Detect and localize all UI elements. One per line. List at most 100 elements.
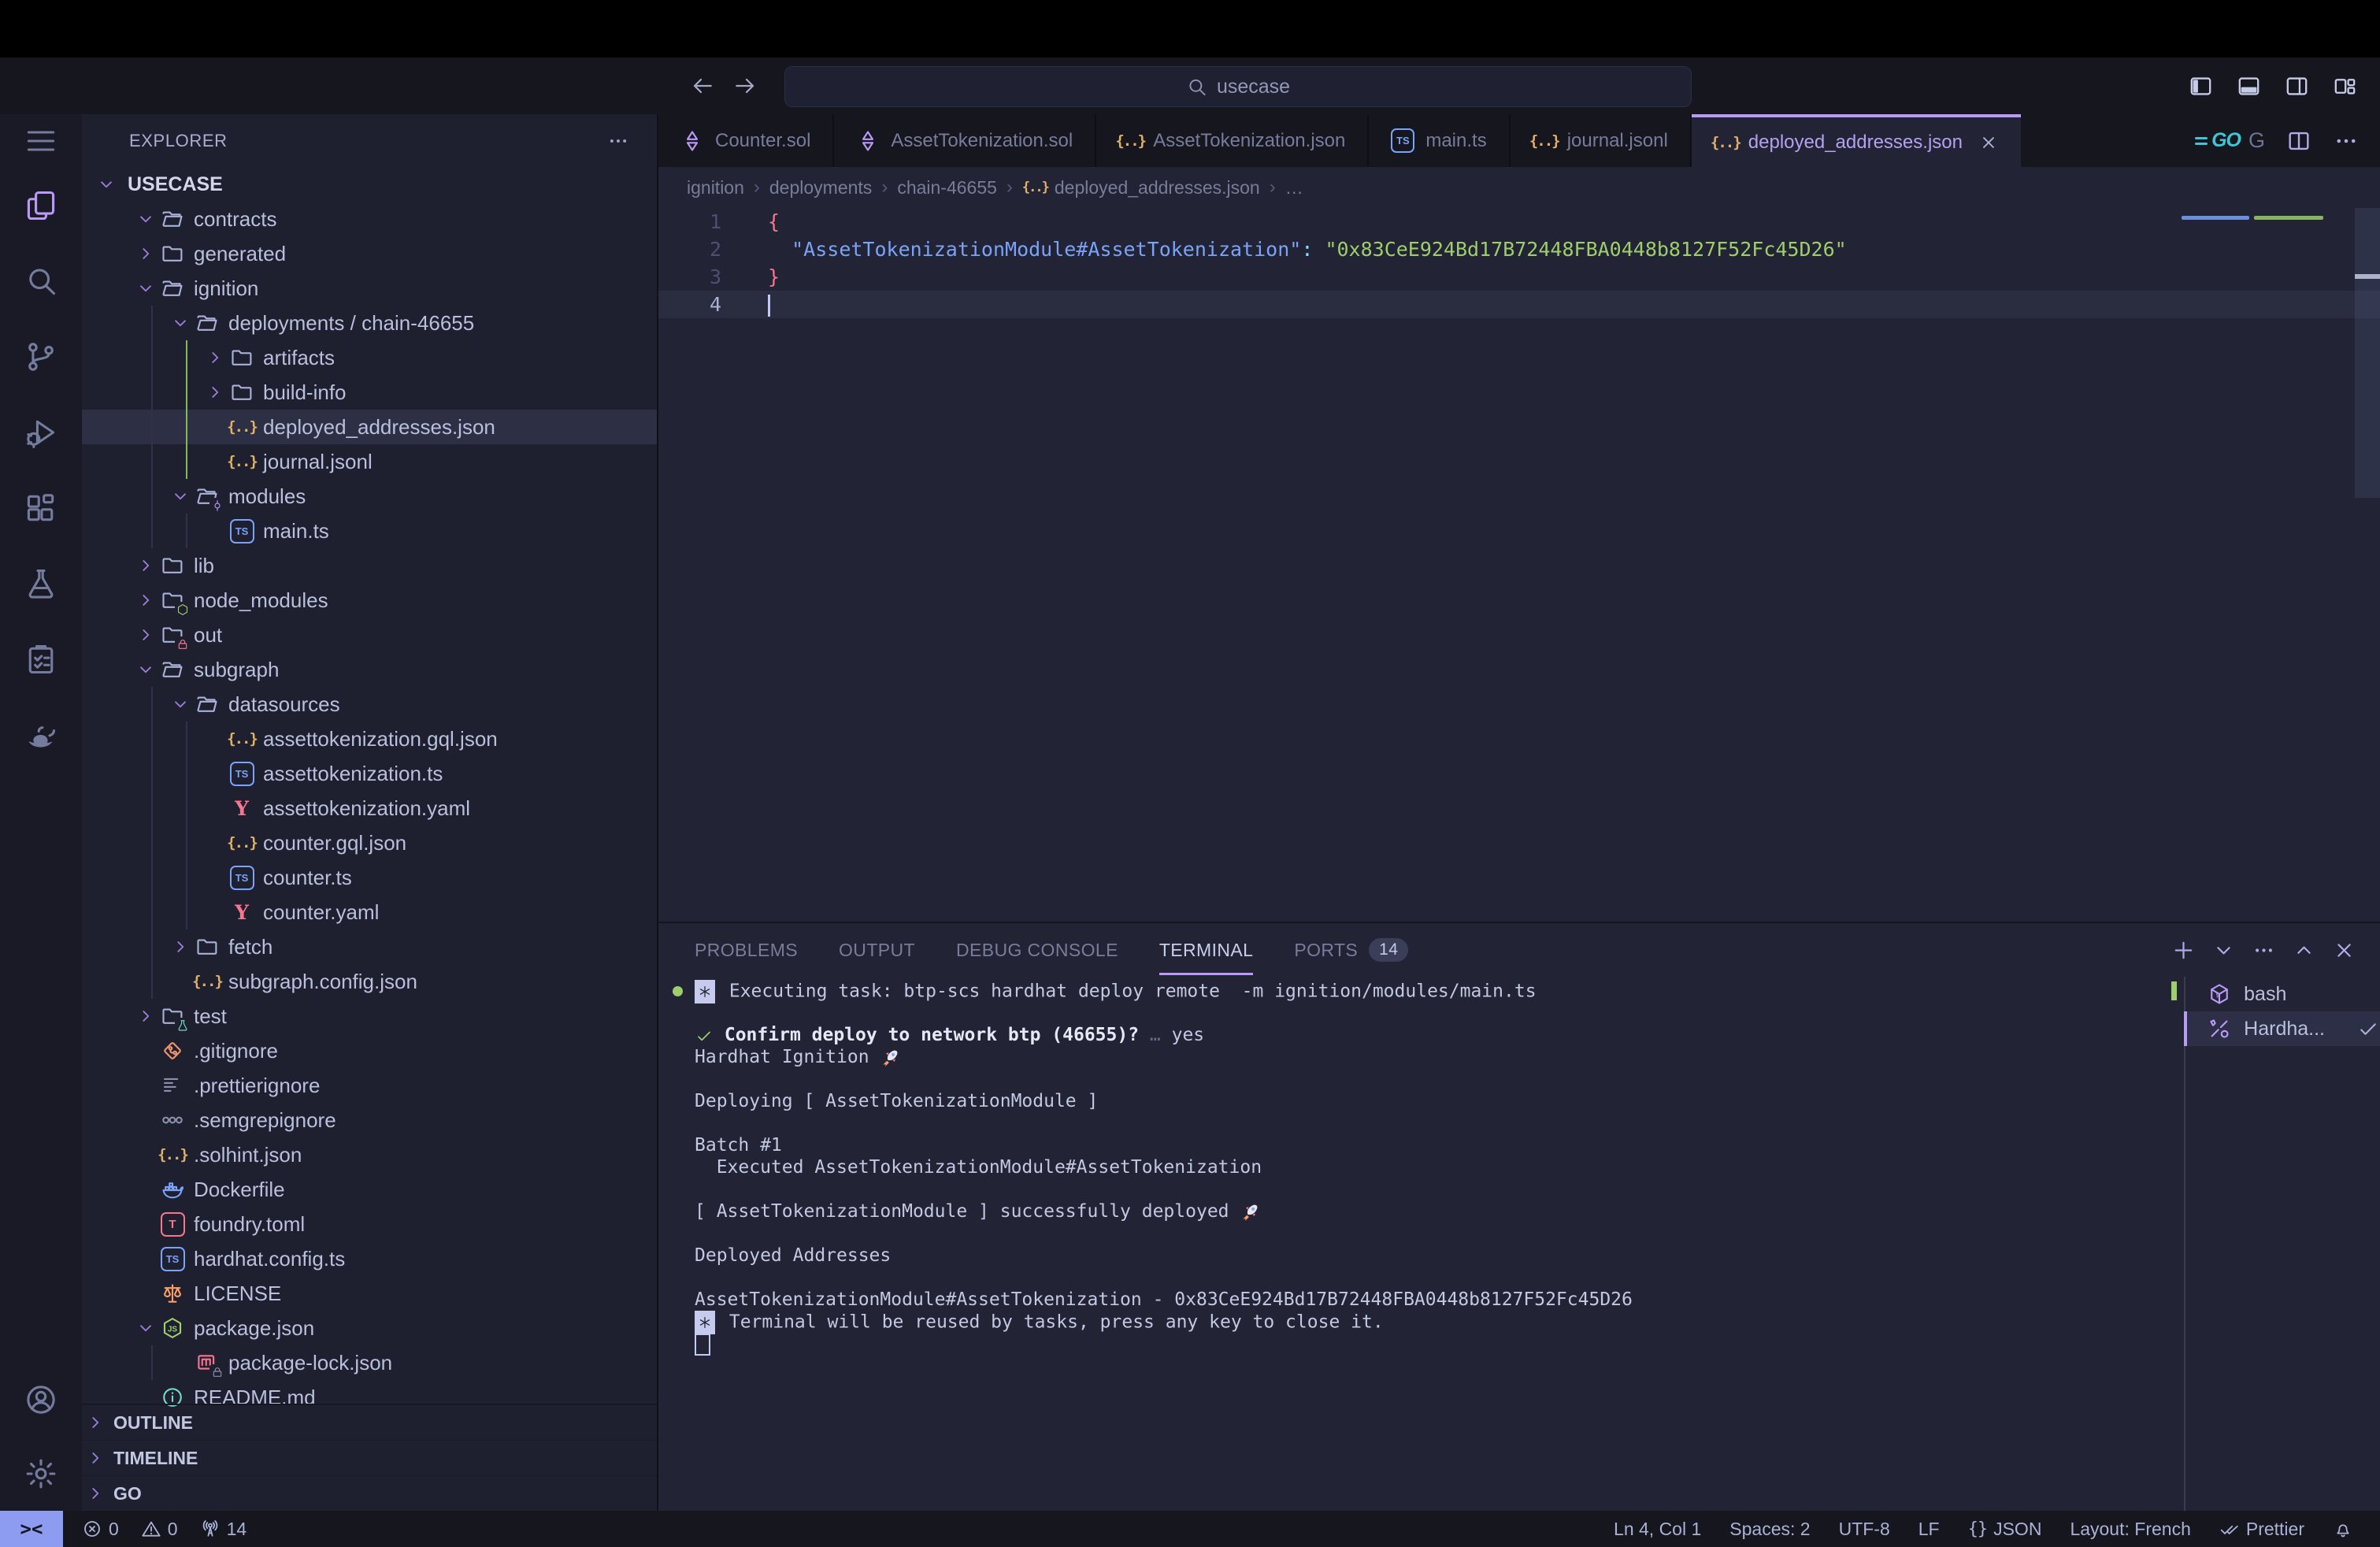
panel-tab-ports[interactable]: PORTS14 — [1294, 923, 1408, 977]
tree-item-ignition[interactable]: ignition — [82, 271, 657, 306]
more-actions-icon[interactable] — [2252, 938, 2276, 963]
status-ports-forwarded[interactable]: 14 — [200, 1519, 247, 1540]
tab-assettokenization.json[interactable]: {..}AssetTokenization.json — [1096, 114, 1369, 167]
activity-testing-icon[interactable] — [0, 546, 82, 621]
explorer-more-icon[interactable] — [606, 129, 630, 153]
more-actions-icon[interactable] — [2333, 128, 2360, 154]
tree-item-package.json[interactable]: JSpackage.json — [82, 1311, 657, 1345]
tree-item-package-lock.json[interactable]: package-lock.json — [82, 1345, 657, 1380]
status-prettier[interactable]: Prettier — [2219, 1519, 2304, 1540]
breadcrumb-item[interactable]: {..}deployed_addresses.json — [1022, 177, 1260, 198]
tree-item-subgraph[interactable]: subgraph — [82, 652, 657, 687]
tree-item-lib[interactable]: lib — [82, 548, 657, 583]
tab-deployed_addresses.json[interactable]: {..}deployed_addresses.json — [1692, 114, 2021, 167]
tab-main.ts[interactable]: TSmain.ts — [1369, 114, 1510, 167]
activity-checklist-icon[interactable] — [0, 621, 82, 697]
status-indentation[interactable]: Spaces: 2 — [1729, 1519, 1810, 1540]
nav-forward-icon[interactable] — [732, 73, 758, 98]
terminal-output[interactable]: Executing task: btp-scs hardhat deploy r… — [658, 977, 2184, 1511]
editor-scrollbar[interactable] — [2355, 208, 2380, 498]
tree-item-assettokenization.yaml[interactable]: Yassettokenization.yaml — [82, 791, 657, 825]
tree-item-dockerfile[interactable]: Dockerfile — [82, 1172, 657, 1207]
activity-extensions-icon[interactable] — [0, 470, 82, 546]
activity-menu-icon[interactable] — [0, 114, 82, 168]
tree-item-hardhat.config.ts[interactable]: TShardhat.config.ts — [82, 1241, 657, 1276]
tree-item-generated[interactable]: generated — [82, 236, 657, 271]
tree-item-counter.ts[interactable]: TScounter.ts — [82, 860, 657, 895]
tree-item-assettokenization.gql.json[interactable]: {..}assettokenization.gql.json — [82, 722, 657, 756]
tree-item-modules[interactable]: modules — [82, 479, 657, 514]
tree-item-subgraph.config.json[interactable]: {..}subgraph.config.json — [82, 964, 657, 999]
tree-item-contracts[interactable]: contracts — [82, 202, 657, 236]
split-editor-icon[interactable] — [2285, 128, 2312, 154]
tree-item-.gitignore[interactable]: .gitignore — [82, 1033, 657, 1068]
panel-tab-terminal[interactable]: TERMINAL — [1159, 923, 1254, 977]
status-language-mode[interactable]: {}JSON — [1968, 1519, 2042, 1540]
activity-settings-icon[interactable] — [0, 1437, 82, 1511]
activity-search-icon[interactable] — [0, 243, 82, 319]
breadcrumb-item[interactable]: deployments — [769, 177, 872, 198]
activity-explorer-icon[interactable] — [0, 168, 82, 243]
activity-run-debug-icon[interactable] — [0, 395, 82, 470]
panel-splitter[interactable] — [2184, 977, 2185, 1511]
status-notifications[interactable] — [2333, 1519, 2360, 1539]
maximize-panel-icon[interactable] — [2292, 938, 2316, 963]
tree-item-deployments-chain-46655[interactable]: deployments / chain-46655 — [82, 306, 657, 340]
tree-item-main.ts[interactable]: TSmain.ts — [82, 514, 657, 548]
terminal-instance-bash[interactable]: $bash — [2184, 977, 2380, 1011]
tree-item-license[interactable]: LICENSE — [82, 1276, 657, 1311]
section-go[interactable]: GO — [82, 1475, 657, 1511]
status-keyboard-layout[interactable]: Layout: French — [2070, 1519, 2190, 1540]
panel-tab-debug-console[interactable]: DEBUG CONSOLE — [956, 923, 1118, 977]
tab-journal.jsonl[interactable]: {..}journal.jsonl — [1511, 114, 1692, 167]
tree-item-counter.yaml[interactable]: Ycounter.yaml — [82, 895, 657, 929]
breadcrumb-item[interactable]: … — [1285, 177, 1303, 198]
tree-item-node-modules[interactable]: node_modules — [82, 583, 657, 618]
command-center-search[interactable]: usecase — [784, 66, 1692, 107]
layout-custom-icon[interactable] — [2332, 73, 2358, 99]
tree-item-test[interactable]: test — [82, 999, 657, 1033]
remote-indicator[interactable]: >< — [0, 1511, 63, 1547]
tree-item-journal.jsonl[interactable]: {..}journal.jsonl — [82, 444, 657, 479]
close-icon[interactable] — [1978, 132, 1999, 153]
activity-magic-lamp-icon[interactable] — [0, 697, 82, 773]
panel-tab-output[interactable]: OUTPUT — [839, 923, 915, 977]
breadcrumb-item[interactable]: chain-46655 — [897, 177, 997, 198]
tree-item-usecase[interactable]: USECASE — [82, 167, 657, 202]
layout-sidebar-icon[interactable] — [2188, 73, 2214, 99]
tree-item-fetch[interactable]: fetch — [82, 929, 657, 964]
tree-item-foundry.toml[interactable]: Tfoundry.toml — [82, 1207, 657, 1241]
nav-back-icon[interactable] — [690, 73, 715, 98]
status-eol[interactable]: LF — [1918, 1519, 1940, 1540]
terminal-instance-hardha[interactable]: Hardha... — [2184, 1011, 2380, 1046]
activity-source-control-icon[interactable] — [0, 319, 82, 395]
layout-panel-icon[interactable] — [2236, 73, 2262, 99]
section-outline[interactable]: OUTLINE — [82, 1404, 657, 1440]
layout-sidebar-right-icon[interactable] — [2284, 73, 2310, 99]
tree-item-.prettierignore[interactable]: .prettierignore — [82, 1068, 657, 1103]
tab-counter.sol[interactable]: Counter.sol — [658, 114, 834, 167]
breadcrumb-item[interactable]: ignition — [687, 177, 744, 198]
tree-item-assettokenization.ts[interactable]: TSassettokenization.ts — [82, 756, 657, 791]
activity-accounts-icon[interactable] — [0, 1363, 82, 1437]
new-terminal-icon[interactable] — [2171, 938, 2196, 963]
close-panel-icon[interactable] — [2332, 938, 2356, 963]
status-problems-warnings[interactable]: 0 — [141, 1519, 178, 1540]
status-problems-errors[interactable]: 0 — [82, 1519, 119, 1540]
tree-item-build-info[interactable]: build-info — [82, 375, 657, 410]
code-editor[interactable]: 1{2 "AssetTokenizationModule#AssetTokeni… — [658, 208, 2380, 922]
go-extension-icon[interactable]: GOG — [2195, 128, 2265, 153]
tree-item-.solhint.json[interactable]: {..}.solhint.json — [82, 1137, 657, 1172]
tree-item-deployed-addresses.json[interactable]: {..}deployed_addresses.json — [82, 410, 657, 444]
status-encoding[interactable]: UTF-8 — [1839, 1519, 1890, 1540]
panel-tab-problems[interactable]: PROBLEMS — [695, 923, 798, 977]
tree-item-.semgrepignore[interactable]: .semgrepignore — [82, 1103, 657, 1137]
tree-item-counter.gql.json[interactable]: {..}counter.gql.json — [82, 825, 657, 860]
tree-item-out[interactable]: out — [82, 618, 657, 652]
tab-assettokenization.sol[interactable]: AssetTokenization.sol — [834, 114, 1096, 167]
status-cursor-position[interactable]: Ln 4, Col 1 — [1614, 1519, 1701, 1540]
tree-item-datasources[interactable]: datasources — [82, 687, 657, 722]
section-timeline[interactable]: TIMELINE — [82, 1440, 657, 1475]
tree-item-artifacts[interactable]: artifacts — [82, 340, 657, 375]
launch-profile-icon[interactable] — [2211, 938, 2236, 963]
